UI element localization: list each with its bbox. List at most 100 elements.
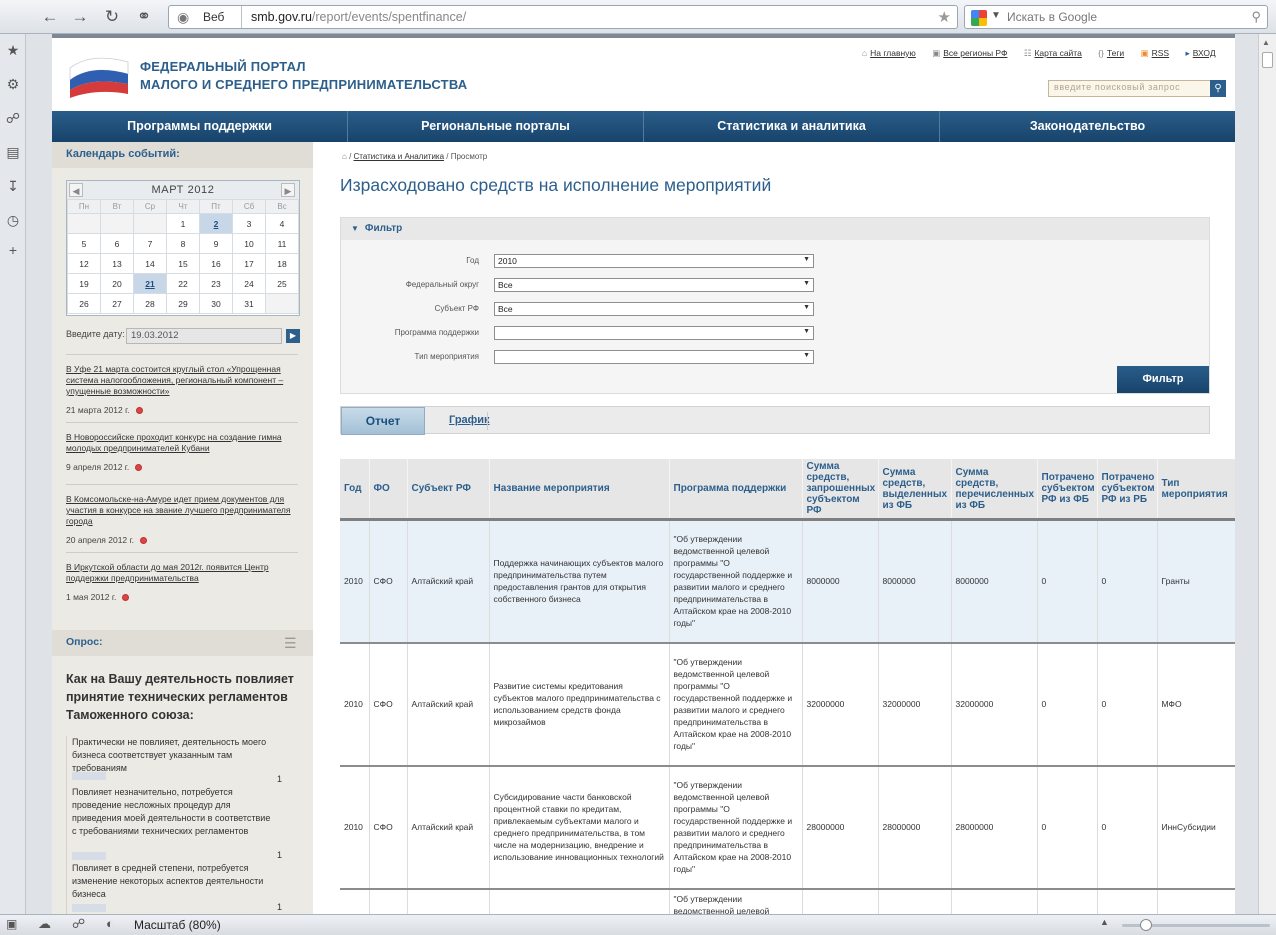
site-search-input[interactable]: введите поисковый запрос	[1048, 80, 1226, 97]
news-title-link[interactable]: В Уфе 21 марта состоится круглый стол «У…	[66, 364, 298, 397]
tab-report[interactable]: Отчет	[341, 407, 425, 435]
share-icon[interactable]: ☍	[3, 108, 23, 128]
link-sitemap[interactable]: Карта сайта	[1034, 48, 1081, 58]
link-login[interactable]: ВХОД	[1193, 48, 1216, 58]
news-title-link[interactable]: В Новороссийске проходит конкурс на созд…	[66, 432, 298, 454]
column-header[interactable]: Сумма средств, запрошенных субъектом РФ	[802, 459, 879, 521]
link-all-regions[interactable]: Все регионы РФ	[943, 48, 1007, 58]
calendar-next-icon[interactable]: ▶	[281, 183, 295, 197]
home-icon[interactable]: ⌂	[342, 152, 347, 161]
calendar-day[interactable]: 6	[100, 233, 134, 254]
filter-button[interactable]: Фильтр	[1117, 366, 1209, 393]
scroll-thumb[interactable]	[1262, 52, 1273, 68]
back-icon[interactable]: ←	[38, 6, 62, 28]
nav-regional-portals[interactable]: Региональные порталы	[348, 111, 644, 142]
calendar-day[interactable]: 4	[265, 213, 299, 234]
calendar-day[interactable]: 30	[199, 293, 233, 314]
site-search-button[interactable]: ⚲	[1210, 80, 1226, 97]
browser-search-box[interactable]: ▼ Искать в Google ⚲	[964, 5, 1268, 29]
calendar-day[interactable]: 26	[67, 293, 101, 314]
add-panel-icon[interactable]: +	[3, 240, 23, 260]
scroll-up-icon[interactable]: ▲	[1262, 38, 1270, 47]
speed-dial-icon[interactable]: ◐	[106, 916, 114, 931]
search-engine-dropdown-icon[interactable]: ▼	[991, 10, 1001, 21]
filter-select[interactable]: Все ▼	[494, 278, 814, 292]
poll-option[interactable]: Повлияет незначительно, потребуется пров…	[72, 786, 272, 838]
calendar-day[interactable]: 5	[67, 233, 101, 254]
nav-legislation[interactable]: Законодательство	[940, 111, 1235, 142]
calendar-day[interactable]: 27	[100, 293, 134, 314]
zoom-up-icon[interactable]: ▲	[1100, 917, 1109, 927]
calendar-day[interactable]: 8	[166, 233, 200, 254]
calendar-day[interactable]: 13	[100, 253, 134, 274]
calendar-day[interactable]: 10	[232, 233, 266, 254]
column-header[interactable]: Название мероприятия	[489, 459, 670, 521]
calendar-day[interactable]: 9	[199, 233, 233, 254]
history-clock-icon[interactable]: ◷	[3, 210, 23, 230]
notes-icon[interactable]: ▤	[3, 142, 23, 162]
nav-statistics[interactable]: Статистика и аналитика	[644, 111, 940, 142]
column-header[interactable]: Сумма средств, перечисленных из ФБ	[951, 459, 1038, 521]
gear-icon[interactable]: ⚙	[3, 74, 23, 94]
column-header[interactable]: Потрачено субъектом РФ из ФБ	[1037, 459, 1098, 521]
forward-icon[interactable]: →	[68, 6, 92, 28]
calendar-day[interactable]: 17	[232, 253, 266, 274]
table-row[interactable]: 2010 СФО Алтайский край Субсидирование част…	[340, 765, 1235, 890]
calendar-prev-icon[interactable]: ◀	[69, 183, 83, 197]
calendar-day[interactable]: 23	[199, 273, 233, 294]
calendar-day[interactable]: 7	[133, 233, 167, 254]
panel-toggle-icon[interactable]: ▣	[6, 917, 17, 931]
calendar-day[interactable]: 28	[133, 293, 167, 314]
table-row[interactable]: 2010 СФО Алтайский край Поддержка начинающи…	[340, 519, 1235, 644]
filter-select[interactable]: ▼	[494, 326, 814, 340]
url-text[interactable]: smb.gov.ru/report/events/spentfinance/	[251, 10, 466, 24]
filter-select[interactable]: 2010 ▼	[494, 254, 814, 268]
bookmark-star-icon[interactable]: ★	[938, 8, 951, 26]
calendar-day[interactable]: 31	[232, 293, 266, 314]
calendar-day[interactable]: 25	[265, 273, 299, 294]
filter-select[interactable]: Все ▼	[494, 302, 814, 316]
calendar-day[interactable]: 18	[265, 253, 299, 274]
share-icon[interactable]: ☍	[72, 916, 85, 932]
calendar-day[interactable]: 12	[67, 253, 101, 274]
calendar-day[interactable]: 3	[232, 213, 266, 234]
news-title-link[interactable]: В Иркутской области до мая 2012г. появит…	[66, 562, 298, 584]
download-icon[interactable]: ↧	[3, 176, 23, 196]
calendar-day[interactable]: 2	[199, 213, 233, 234]
calendar-day[interactable]: 29	[166, 293, 200, 314]
calendar-day[interactable]: 1	[166, 213, 200, 234]
zoom-slider-knob[interactable]	[1139, 919, 1152, 931]
column-header[interactable]: Программа поддержки	[669, 459, 803, 521]
table-row[interactable]: 2010 СФО Алтайский край Развитие системы кр…	[340, 642, 1235, 767]
calendar-day[interactable]: 20	[100, 273, 134, 294]
column-header[interactable]: Субъект РФ	[407, 459, 490, 521]
table-row[interactable]: "Об утверждении ведомственной целевой	[340, 888, 1235, 914]
date-go-button[interactable]: ▶	[286, 329, 300, 343]
calendar-day[interactable]: 24	[232, 273, 266, 294]
calendar-day[interactable]: 11	[265, 233, 299, 254]
link-rss[interactable]: RSS	[1152, 48, 1169, 58]
date-input[interactable]: 19.03.2012	[126, 328, 282, 344]
reload-icon[interactable]: ↻	[100, 6, 124, 28]
key-icon[interactable]: ⚭	[132, 6, 156, 28]
news-title-link[interactable]: В Комсомольске-на-Амуре идет прием докум…	[66, 494, 298, 527]
calendar-day[interactable]: 15	[166, 253, 200, 274]
breadcrumb-link[interactable]: Статистика и Аналитика	[354, 152, 445, 161]
column-header[interactable]: Тип мероприятия	[1157, 459, 1235, 521]
filter-header[interactable]: ▼ Фильтр	[341, 218, 1209, 240]
zoom-label[interactable]: Масштаб (80%)	[134, 918, 221, 932]
link-home[interactable]: На главную	[870, 48, 916, 58]
calendar-day[interactable]: 16	[199, 253, 233, 274]
bookmarks-star-icon[interactable]: ★	[3, 40, 23, 60]
nav-support-programs[interactable]: Программы поддержки	[52, 111, 348, 142]
search-icon[interactable]: ⚲	[1251, 9, 1261, 25]
calendar-day[interactable]: 19	[67, 273, 101, 294]
column-header[interactable]: Сумма средств, выделенных из ФБ	[878, 459, 952, 521]
address-bar[interactable]: ◉ Веб smb.gov.ru/report/events/spentfina…	[168, 5, 958, 29]
filter-select[interactable]: ▼	[494, 350, 814, 364]
calendar-day[interactable]: 22	[166, 273, 200, 294]
poll-list-icon[interactable]: ☰	[284, 635, 297, 652]
column-header[interactable]: Потрачено субъектом РФ из РБ	[1097, 459, 1158, 521]
cloud-icon[interactable]: ☁	[38, 916, 51, 932]
link-tags[interactable]: Теги	[1107, 48, 1124, 58]
